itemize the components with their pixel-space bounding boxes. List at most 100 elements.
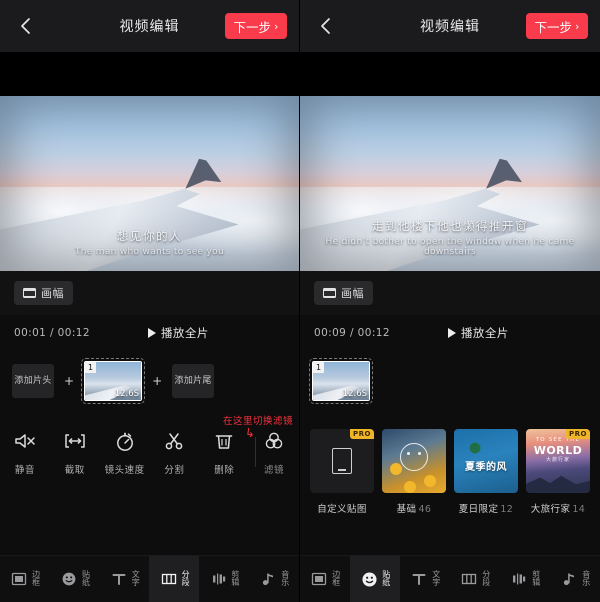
add-intro-button[interactable]: 添加片头: [12, 364, 54, 398]
chevron-right-icon: ›: [274, 19, 279, 33]
tool-delete[interactable]: 删除: [199, 429, 249, 476]
left-time-row: 00:01 / 00:12 播放全片: [0, 315, 299, 351]
nav-item-sticker-right[interactable]: 贴纸: [350, 556, 400, 602]
segment-icon-right: [460, 570, 478, 588]
edit-tool-row: 静音 截取 镜头速度 分割 删除 滤镜 在这里切换滤镜 ↳: [0, 411, 299, 476]
play-all-button[interactable]: 播放全片: [147, 325, 209, 341]
subtitle-english: The man who wants to see you: [75, 247, 224, 257]
nav-item-music-right[interactable]: 音乐: [550, 556, 600, 602]
nav-item-sticker[interactable]: 贴纸: [50, 556, 100, 602]
left-tools-panel: 静音 截取 镜头速度 分割 删除 滤镜 在这里切换滤镜 ↳: [0, 411, 299, 555]
annotation-arrow-icon: ↳: [243, 425, 256, 441]
aspect-ratio-button-right[interactable]: 画幅: [314, 281, 373, 305]
tool-trim[interactable]: 截取: [50, 429, 100, 476]
sticker-pack-travel-name: 大旅行家: [530, 504, 571, 515]
next-step-button[interactable]: 下一步 ›: [225, 13, 287, 39]
mute-icon: [13, 429, 37, 453]
left-ratio-row: 画幅: [0, 271, 299, 315]
nav-item-frame-right[interactable]: 边框: [300, 556, 350, 602]
subtitle-chinese-right: 走到他楼下他也懒得推开窗: [372, 218, 528, 233]
add-outro-button[interactable]: 添加片尾: [172, 364, 215, 398]
nav-item-segment-label-right: 分段: [481, 570, 491, 587]
add-clip-plus-right[interactable]: +: [152, 374, 162, 388]
nav-item-frame-label: 边框: [31, 570, 41, 587]
back-button-right[interactable]: [312, 13, 338, 39]
tool-divider: [255, 437, 256, 467]
subtitle-block: 想见你的人 The man who wants to see you: [0, 227, 299, 257]
sticker-icon: [60, 570, 78, 588]
subtitle-english-right: He didn’t bother to open the window when…: [325, 237, 575, 257]
nav-item-text-right[interactable]: 文字: [400, 556, 450, 602]
nav-item-clip-right[interactable]: 剪辑: [500, 556, 550, 602]
sticker-pack-custom-label: 自定义贴图: [317, 504, 367, 515]
sticker-pack-summer[interactable]: 夏季的风 夏日限定 12: [454, 429, 518, 515]
nav-item-text[interactable]: 文字: [100, 556, 150, 602]
play-all-button-right[interactable]: 播放全片: [447, 325, 509, 341]
flower-shape-2: [424, 475, 436, 487]
clip-thumbnail[interactable]: 1 12.6S: [81, 358, 146, 404]
nav-item-music[interactable]: 音乐: [249, 556, 299, 602]
left-header: 视频编辑 下一步 ›: [0, 0, 299, 52]
travel-art-line3: 大旅行家: [545, 456, 570, 463]
play-icon-right: [447, 328, 456, 338]
aspect-ratio-button[interactable]: 画幅: [14, 281, 73, 305]
sticker-pack-travel-thumb: TO SEE THE WORLD 大旅行家 PRO: [526, 429, 590, 493]
clip-index-badge-right: 1: [313, 362, 324, 373]
music-icon: [259, 570, 277, 588]
right-pane: 视频编辑 下一步 › 走到他楼下他也懒得推开窗 He didn’t bother…: [300, 0, 600, 602]
dual-screenshot-container: 视频编辑 下一步 › 想见你的人 The man who wants to se…: [0, 0, 600, 602]
sticker-pack-custom[interactable]: PRO 自定义贴图: [310, 429, 374, 515]
sticker-pack-basic[interactable]: 基础 46: [382, 429, 446, 515]
nav-item-sticker-label-right: 贴纸: [381, 570, 391, 587]
nav-item-music-label: 音乐: [280, 570, 290, 587]
nav-item-sticker-label: 贴纸: [81, 570, 91, 587]
nav-item-segment[interactable]: 分段: [149, 556, 200, 602]
filter-icon: [262, 429, 286, 453]
sticker-pack-travel-count: 14: [572, 504, 586, 515]
split-icon: [162, 429, 186, 453]
tool-split-label: 分割: [164, 465, 185, 476]
filter-annotation-text: 在这里切换滤镜: [222, 416, 293, 427]
next-step-button-right[interactable]: 下一步 ›: [526, 13, 588, 39]
nav-item-text-label-right: 文字: [431, 570, 441, 587]
clip-index-badge: 1: [85, 362, 97, 373]
music-icon-right: [560, 570, 578, 588]
nav-item-frame[interactable]: 边框: [0, 556, 50, 602]
aspect-ratio-icon-right: [323, 288, 336, 298]
tool-delete-label: 删除: [214, 465, 235, 476]
back-button[interactable]: [12, 13, 38, 39]
text-icon-right: [410, 570, 428, 588]
right-clip-strip: 1 12.6S: [300, 351, 600, 411]
left-bottom-nav: 边框 贴纸 文字 分段 剪辑 音乐: [0, 555, 299, 602]
nav-item-clip[interactable]: 剪辑: [199, 556, 249, 602]
right-sticker-panel: PRO 自定义贴图 基础 46 夏季的风 夏日限定 12 TO SEE THE …: [300, 411, 600, 555]
play-all-label: 播放全片: [160, 326, 209, 340]
tool-mute[interactable]: 静音: [0, 429, 50, 476]
left-spacer: [0, 52, 299, 96]
trim-icon: [63, 429, 87, 453]
nav-item-segment-right[interactable]: 分段: [450, 556, 500, 602]
trash-icon: [212, 429, 236, 453]
sticker-pack-basic-name: 基础: [396, 504, 417, 515]
nav-item-music-label-right: 音乐: [581, 570, 591, 587]
add-clip-plus-left[interactable]: +: [64, 374, 74, 388]
tool-filter[interactable]: 滤镜 在这里切换滤镜 ↳: [223, 416, 299, 476]
sticker-pack-summer-count: 12: [500, 504, 514, 515]
left-clip-strip: 添加片头 + 1 12.6S + 添加片尾: [0, 351, 299, 411]
next-step-label-right: 下一步: [534, 19, 573, 35]
smiley-sticker-icon: [400, 443, 428, 472]
left-video-preview[interactable]: 想见你的人 The man who wants to see you: [0, 96, 299, 271]
pro-badge: PRO: [350, 429, 374, 439]
tool-speed[interactable]: 镜头速度: [100, 429, 150, 476]
tool-filter-label: 滤镜: [264, 465, 285, 476]
summer-art-text: 夏季的风: [465, 462, 507, 474]
sticker-icon-right: [360, 570, 378, 588]
tool-split[interactable]: 分割: [149, 429, 199, 476]
nav-item-segment-label: 分段: [181, 570, 191, 587]
sticker-pack-summer-thumb: 夏季的风: [454, 429, 518, 493]
clip-thumbnail-right[interactable]: 1 12.6S: [309, 358, 373, 404]
right-video-preview[interactable]: 走到他楼下他也懒得推开窗 He didn’t bother to open th…: [300, 96, 600, 271]
sticker-pack-travel[interactable]: TO SEE THE WORLD 大旅行家 PRO 大旅行家 14: [526, 429, 590, 515]
tool-speed-label: 镜头速度: [104, 465, 145, 476]
left-pane: 视频编辑 下一步 › 想见你的人 The man who wants to se…: [0, 0, 300, 602]
